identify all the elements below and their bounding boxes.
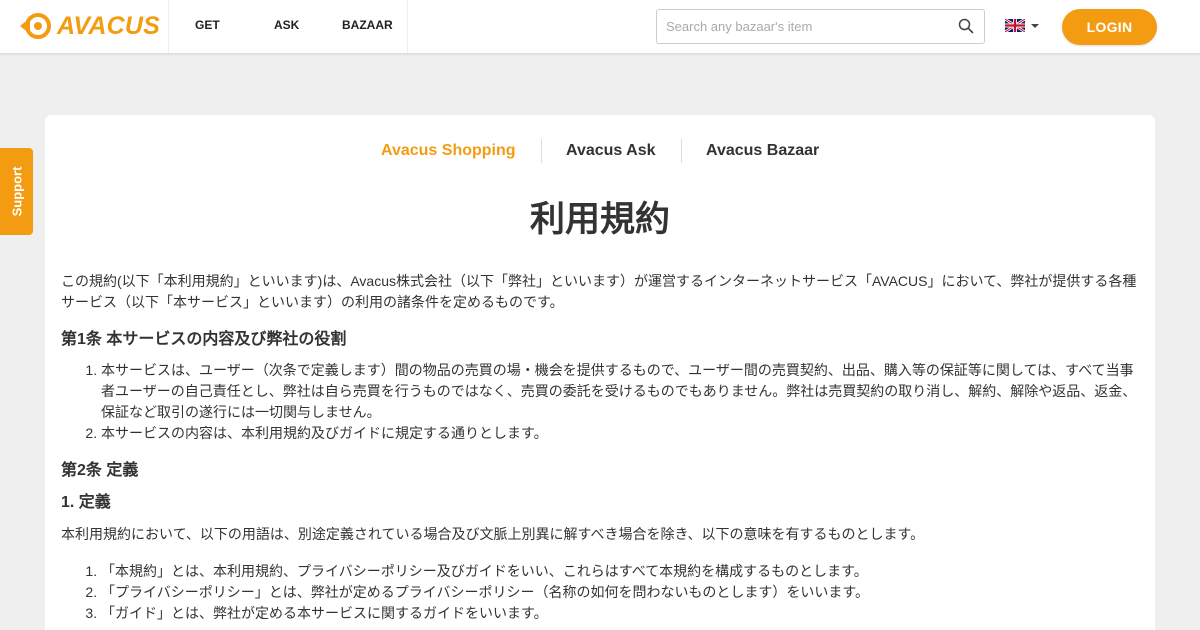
support-label: Support [9,166,25,217]
article-2-heading: 第2条 定義 [61,462,139,479]
intro-paragraph: この規約(以下「本利用規約」といいます)は、Avacus株式会社（以下「弊社」と… [61,273,1137,310]
login-button[interactable]: LOGIN [1062,9,1157,45]
main-nav: GET ASK BAZAAR [168,0,408,53]
list-item: 「プライバシーポリシー」とは、弊社が定めるプライバシーポリシー（名称の如何を問わ… [101,582,1141,603]
tab-avacus-ask[interactable]: Avacus Ask [566,139,656,163]
service-tabs: Avacus Shopping Avacus Ask Avacus Bazaar [45,139,1155,163]
tab-divider [541,139,542,163]
top-header: AVACUS GET ASK BAZAAR LOGIN [0,0,1200,53]
article-2-list: 「本規約」とは、本利用規約、プライバシーポリシー及びガイドをいい、これらはすべて… [61,561,1141,624]
nav-ask[interactable]: ASK [274,18,299,32]
article-1-heading: 第1条 本サービスの内容及び弊社の役割 [61,331,347,348]
list-item: 「本規約」とは、本利用規約、プライバシーポリシー及びガイドをいい、これらはすべて… [101,561,1141,582]
nav-get[interactable]: GET [195,18,220,32]
tab-divider [681,139,682,163]
article-1-list: 本サービスは、ユーザー（次条で定義します）間の物品の売買の場・機会を提供するもの… [61,360,1141,444]
list-item: 本サービスの内容は、本利用規約及びガイドに規定する通りとします。 [101,423,1141,444]
article-2-subheading: 1. 定義 [61,494,111,511]
avacus-logo[interactable]: AVACUS [17,12,160,40]
search-icon[interactable] [958,18,974,34]
search-box [656,9,985,44]
nav-bazaar[interactable]: BAZAAR [342,18,393,32]
terms-card: Avacus Shopping Avacus Ask Avacus Bazaar… [45,115,1155,630]
page-title: 利用規約 [529,200,670,239]
tab-avacus-shopping[interactable]: Avacus Shopping [381,139,516,163]
search-input[interactable] [657,10,947,43]
list-item: 本サービスは、ユーザー（次条で定義します）間の物品の売買の場・機会を提供するもの… [101,360,1141,423]
uk-flag-icon [1005,19,1025,32]
avacus-logo-icon [20,13,51,39]
list-item: 「ガイド」とは、弊社が定める本サービスに関するガイドをいいます。 [101,603,1141,624]
language-selector[interactable] [1005,19,1039,32]
tab-avacus-bazaar[interactable]: Avacus Bazaar [706,139,819,163]
chevron-down-icon [1031,23,1039,28]
article-2-intro: 本利用規約において、以下の用語は、別途定義されている場合及び文脈上別異に解すべき… [61,526,925,542]
logo-text: AVACUS [57,12,161,40]
terms-content: この規約(以下「本利用規約」といいます)は、Avacus株式会社（以下「弊社」と… [61,271,1141,624]
support-tab[interactable]: Support [0,148,33,235]
